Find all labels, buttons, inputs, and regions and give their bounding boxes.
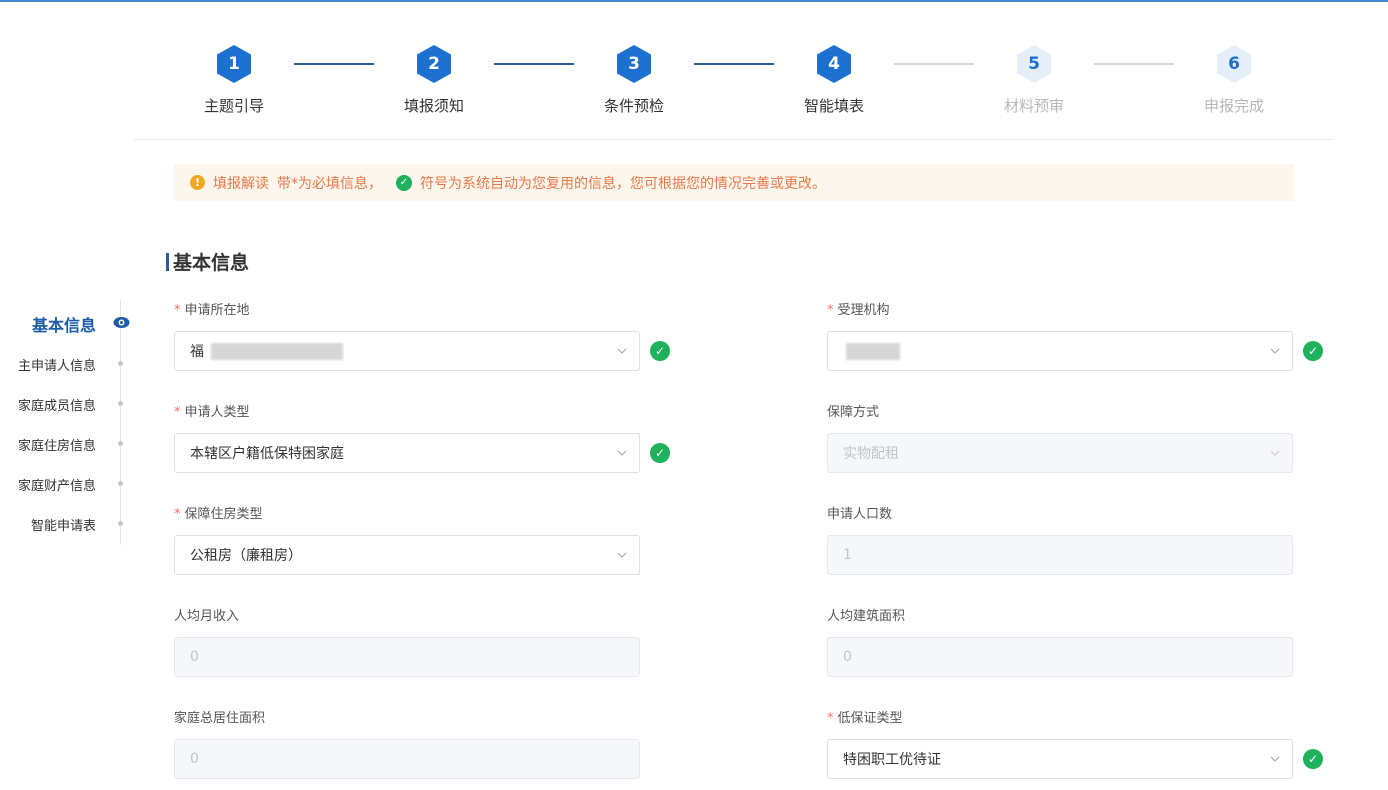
nav-item-family-housing[interactable]: 家庭住房信息 bbox=[18, 435, 96, 454]
field-label: * 申请人类型 bbox=[174, 405, 250, 420]
step-label: 申报完成 bbox=[1203, 97, 1264, 115]
top-accent-line bbox=[0, 0, 1388, 2]
side-anchor-nav: 基本信息 主申请人信息 家庭成员信息 家庭住房信息 家庭财产信息 智能申请表 bbox=[0, 300, 130, 545]
applicant-type-field: * 申请人类型 本辖区户籍低保特困家庭 ✓ bbox=[174, 403, 670, 473]
select-value: 福 bbox=[190, 344, 204, 360]
notice-reuse-text: 符号为系统自动为您复用的信息，您可根据您的情况完善或更改。 bbox=[420, 175, 826, 192]
nav-item-family-property[interactable]: 家庭财产信息 bbox=[18, 475, 96, 494]
apply-location-field: * 申请所在地 福 ✓ bbox=[174, 301, 670, 371]
step-connector bbox=[1094, 63, 1174, 65]
step-connector bbox=[894, 63, 974, 65]
monthly-income-input: 0 bbox=[174, 637, 640, 677]
check-circle-icon: ✓ bbox=[396, 174, 412, 191]
notice-banner: ! 填报解读 带*为必填信息， ✓ 符号为系统自动为您复用的信息，您可根据您的情… bbox=[174, 164, 1294, 201]
step-label: 主题引导 bbox=[203, 97, 264, 115]
field-label: * 受理机构 bbox=[827, 303, 890, 318]
field-label: 人均建筑面积 bbox=[827, 609, 906, 624]
field-label: 保障方式 bbox=[827, 405, 880, 420]
step-progress: 1 主题引导 2 填报须知 3 条件预检 4 智能填表 5 材料预审 6 申报完… bbox=[134, 40, 1334, 140]
step-number: 3 bbox=[617, 45, 651, 83]
step-number: 5 bbox=[1017, 45, 1051, 83]
select-value: 本辖区户籍低保特困家庭 bbox=[190, 446, 344, 462]
auto-fill-check-icon: ✓ bbox=[650, 341, 670, 361]
step-number: 1 bbox=[217, 45, 251, 83]
field-label: * 申请所在地 bbox=[174, 303, 250, 318]
step-label: 填报须知 bbox=[403, 97, 464, 115]
monthly-income-field: 人均月收入 0 bbox=[174, 607, 640, 677]
total-area-field: 家庭总居住面积 0 bbox=[174, 709, 640, 779]
population-field: 申请人口数 1 bbox=[827, 505, 1293, 575]
step-number: 6 bbox=[1217, 45, 1251, 83]
step-connector bbox=[494, 63, 574, 65]
nav-item-basic-info[interactable]: 基本信息 bbox=[32, 312, 96, 336]
population-input: 1 bbox=[827, 535, 1293, 575]
nav-item-smart-form[interactable]: 智能申请表 bbox=[31, 515, 96, 534]
redacted-region bbox=[846, 343, 900, 360]
nav-item-main-applicant[interactable]: 主申请人信息 bbox=[18, 355, 96, 374]
guarantee-method-select: 实物配租 bbox=[827, 433, 1293, 473]
step-label: 材料预审 bbox=[1003, 97, 1064, 115]
step-4: 4 智能填表 bbox=[774, 40, 894, 116]
field-label: * 低保证类型 bbox=[827, 711, 903, 726]
step-3: 3 条件预检 bbox=[574, 40, 694, 116]
total-area-input: 0 bbox=[174, 739, 640, 779]
field-label: 家庭总居住面积 bbox=[174, 711, 266, 726]
step-number: 2 bbox=[417, 45, 451, 83]
nav-dot bbox=[118, 481, 123, 486]
low-guarantee-type-field: * 低保证类型 特困职工优待证 ✓ bbox=[827, 709, 1323, 779]
step-2: 2 填报须知 bbox=[374, 40, 494, 116]
building-area-field: 人均建筑面积 0 bbox=[827, 607, 1293, 677]
applicant-type-select[interactable]: 本辖区户籍低保特困家庭 bbox=[174, 433, 640, 473]
nav-dot bbox=[118, 441, 123, 446]
step-connector bbox=[694, 63, 774, 65]
input-value: 0 bbox=[190, 751, 199, 767]
auto-fill-check-icon: ✓ bbox=[1303, 749, 1323, 769]
nav-dot bbox=[118, 401, 123, 406]
chevron-down-icon bbox=[1270, 348, 1280, 354]
auto-fill-check-icon: ✓ bbox=[1303, 341, 1323, 361]
housing-type-select[interactable]: 公租房（廉租房） bbox=[174, 535, 640, 575]
chevron-down-icon bbox=[1270, 756, 1280, 762]
building-area-input: 0 bbox=[827, 637, 1293, 677]
step-connector bbox=[294, 63, 374, 65]
step-1: 1 主题引导 bbox=[174, 40, 294, 116]
apply-location-select[interactable]: 福 bbox=[174, 331, 640, 371]
notice-required-text: 带*为必填信息， bbox=[277, 175, 382, 192]
select-value: 特困职工优待证 bbox=[843, 752, 941, 768]
step-5: 5 材料预审 bbox=[974, 40, 1094, 116]
acceptance-agency-field: * 受理机构 ✓ bbox=[827, 301, 1323, 371]
redacted-region bbox=[211, 343, 343, 360]
low-guarantee-type-select[interactable]: 特困职工优待证 bbox=[827, 739, 1293, 779]
section-title-text: 基本信息 bbox=[173, 252, 250, 274]
chevron-down-icon bbox=[1270, 450, 1280, 456]
nav-dot bbox=[118, 361, 123, 366]
field-label: * 保障住房类型 bbox=[174, 507, 263, 522]
field-label: 申请人口数 bbox=[827, 507, 893, 522]
step-label: 智能填表 bbox=[803, 97, 864, 115]
chevron-down-icon bbox=[617, 348, 627, 354]
housing-type-field: * 保障住房类型 公租房（廉租房） bbox=[174, 505, 640, 575]
field-label: 人均月收入 bbox=[174, 609, 240, 624]
input-value: 1 bbox=[843, 547, 852, 563]
step-6: 6 申报完成 bbox=[1174, 40, 1294, 116]
input-value: 0 bbox=[190, 649, 199, 665]
step-label: 条件预检 bbox=[603, 97, 664, 115]
warning-icon: ! bbox=[190, 175, 205, 190]
section-title: 基本信息 bbox=[166, 248, 249, 275]
chevron-down-icon bbox=[617, 552, 627, 558]
auto-fill-check-icon: ✓ bbox=[650, 443, 670, 463]
notice-title: 填报解读 bbox=[213, 175, 269, 192]
select-value: 实物配租 bbox=[843, 446, 899, 462]
guarantee-method-field: 保障方式 实物配租 bbox=[827, 403, 1293, 473]
chevron-down-icon bbox=[617, 450, 627, 456]
input-value: 0 bbox=[843, 649, 852, 665]
nav-line bbox=[120, 300, 121, 545]
eye-icon bbox=[113, 317, 130, 328]
select-value: 公租房（廉租房） bbox=[190, 548, 302, 564]
title-bar bbox=[166, 252, 169, 271]
acceptance-agency-select[interactable] bbox=[827, 331, 1293, 371]
step-number: 4 bbox=[817, 45, 851, 83]
nav-dot bbox=[118, 521, 123, 526]
nav-item-family-members[interactable]: 家庭成员信息 bbox=[18, 395, 96, 414]
